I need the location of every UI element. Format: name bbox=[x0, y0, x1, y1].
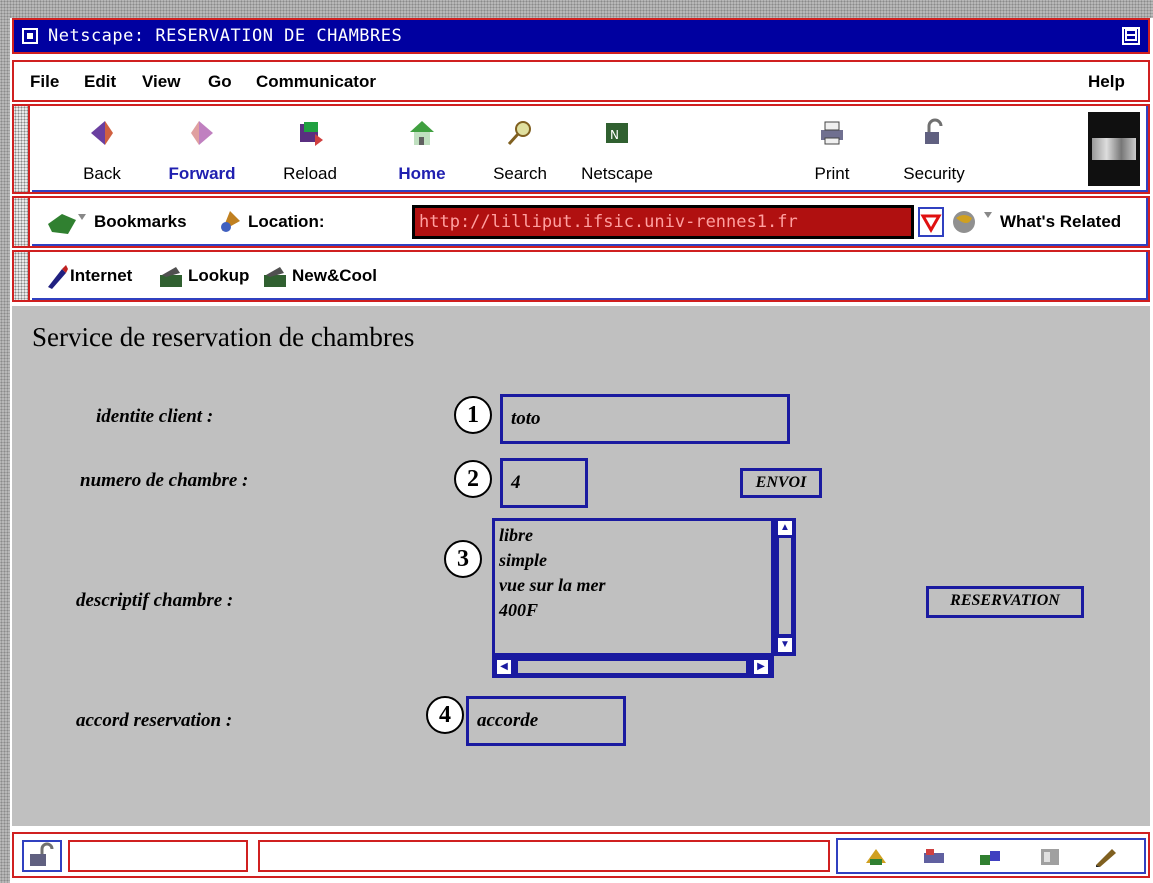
send-button[interactable]: ENVOI bbox=[740, 468, 822, 498]
horizontal-scroll-track[interactable] bbox=[518, 661, 746, 673]
status-message-cell bbox=[258, 840, 830, 872]
menu-bar: File Edit View Go Communicator Help bbox=[12, 60, 1150, 102]
personal-toolbar: Internet Lookup New&Cool bbox=[12, 250, 1150, 302]
menu-help[interactable]: Help bbox=[1088, 72, 1125, 92]
marker-3: 3 bbox=[444, 540, 482, 578]
security-status[interactable] bbox=[22, 840, 62, 872]
forward-arrow-icon bbox=[191, 121, 213, 145]
reservation-button[interactable]: RESERVATION bbox=[926, 586, 1084, 618]
back-button[interactable]: Back bbox=[62, 106, 142, 192]
component-bar bbox=[836, 838, 1146, 874]
padlock-icon bbox=[925, 118, 943, 144]
print-button[interactable]: Print bbox=[792, 106, 872, 192]
netscape-icon: N bbox=[606, 123, 628, 143]
agreement-field[interactable]: accorde bbox=[466, 696, 626, 746]
maximize-icon bbox=[1125, 29, 1137, 41]
search-button[interactable]: Search bbox=[480, 106, 560, 192]
security-button[interactable]: Security bbox=[894, 106, 974, 192]
page-content: Service de reservation de chambres ident… bbox=[12, 306, 1150, 826]
description-lines: libre simple vue sur la mer 400F bbox=[499, 525, 606, 620]
netscape-throbber-logo[interactable] bbox=[1088, 112, 1140, 186]
triangle-down-icon bbox=[920, 214, 942, 234]
unlocked-padlock-icon bbox=[30, 842, 54, 866]
printer-icon bbox=[821, 121, 843, 145]
status-bar bbox=[12, 832, 1150, 878]
personal-grip[interactable] bbox=[14, 252, 30, 300]
scroll-right-arrow-icon[interactable]: ▶ bbox=[754, 660, 768, 674]
agreement-label: accord reservation : bbox=[76, 710, 233, 731]
scroll-left-arrow-icon[interactable]: ◀ bbox=[497, 660, 511, 674]
room-number-field[interactable]: 4 bbox=[500, 458, 588, 508]
bookmark-folder-icon bbox=[264, 267, 286, 287]
window-title: Netscape: RESERVATION DE CHAMBRES bbox=[48, 26, 403, 46]
bookmark-folder-icon bbox=[160, 267, 182, 287]
whats-related-button[interactable]: What's Related bbox=[1000, 212, 1121, 232]
location-dropdown-button[interactable] bbox=[918, 207, 944, 237]
marker-2: 2 bbox=[454, 460, 492, 498]
svg-text:N: N bbox=[610, 128, 619, 142]
search-icon bbox=[507, 121, 531, 146]
location-icon bbox=[221, 211, 240, 232]
newsgroups-icon[interactable] bbox=[978, 847, 1002, 867]
address-book-icon[interactable] bbox=[1038, 847, 1062, 867]
scroll-up-arrow-icon[interactable]: ▲ bbox=[778, 521, 792, 535]
page-heading: Service de reservation de chambres bbox=[32, 322, 415, 352]
personal-lookup-link[interactable]: Lookup bbox=[188, 266, 249, 286]
reload-icon bbox=[300, 122, 323, 146]
menu-edit[interactable]: Edit bbox=[84, 72, 116, 92]
composer-icon[interactable] bbox=[1094, 847, 1118, 867]
marker-1: 1 bbox=[454, 396, 492, 434]
marker-4: 4 bbox=[426, 696, 464, 734]
vertical-scroll-track[interactable] bbox=[779, 538, 791, 634]
whats-related-icon[interactable] bbox=[950, 208, 994, 236]
home-button[interactable]: Home bbox=[382, 106, 462, 192]
home-icon bbox=[410, 121, 434, 145]
location-label: Location: bbox=[248, 212, 325, 231]
window-menu-button[interactable] bbox=[22, 28, 38, 44]
netscape-button[interactable]: N Netscape bbox=[577, 106, 657, 192]
menu-file[interactable]: File bbox=[30, 72, 59, 92]
location-toolbar: Bookmarks Location: http://lilliput.ifsi… bbox=[12, 196, 1150, 248]
maximize-button[interactable] bbox=[1122, 27, 1140, 45]
client-label: identite client : bbox=[96, 406, 214, 427]
menu-go[interactable]: Go bbox=[208, 72, 232, 92]
description-vertical-scrollbar[interactable]: ▲ ▼ bbox=[774, 518, 796, 656]
menu-communicator[interactable]: Communicator bbox=[256, 72, 376, 92]
navigator-icon[interactable] bbox=[864, 847, 888, 867]
bookmarks-icon[interactable] bbox=[46, 210, 88, 236]
reload-button[interactable]: Reload bbox=[270, 106, 350, 192]
description-textarea[interactable]: libre simple vue sur la mer 400F bbox=[492, 518, 774, 656]
location-grip[interactable] bbox=[14, 198, 30, 246]
window-frame-top bbox=[0, 0, 1153, 18]
back-arrow-icon bbox=[91, 121, 113, 145]
scroll-down-arrow-icon[interactable]: ▼ bbox=[778, 638, 792, 652]
progress-status-cell bbox=[68, 840, 248, 872]
mail-icon[interactable] bbox=[922, 847, 946, 867]
menu-view[interactable]: View bbox=[142, 72, 180, 92]
description-horizontal-scrollbar[interactable]: ◀ ▶ bbox=[492, 656, 774, 678]
toolbar-grip[interactable] bbox=[14, 106, 30, 192]
description-label: descriptif chambre : bbox=[76, 590, 234, 611]
pencil-icon bbox=[48, 265, 68, 289]
client-field[interactable]: toto bbox=[500, 394, 790, 444]
window-frame-left bbox=[0, 0, 10, 883]
personal-newcool-link[interactable]: New&Cool bbox=[292, 266, 377, 286]
forward-button[interactable]: Forward bbox=[162, 106, 242, 192]
personal-internet-link[interactable]: Internet bbox=[70, 266, 132, 286]
location-url-field[interactable]: http://lilliput.ifsic.univ-rennes1.fr bbox=[412, 205, 914, 239]
room-number-label: numero de chambre : bbox=[80, 470, 249, 491]
title-bar[interactable]: Netscape: RESERVATION DE CHAMBRES bbox=[12, 18, 1150, 54]
navigation-toolbar: Back Forward Reload Home Search N Netsca… bbox=[12, 104, 1150, 194]
bookmarks-button[interactable]: Bookmarks bbox=[94, 212, 187, 232]
